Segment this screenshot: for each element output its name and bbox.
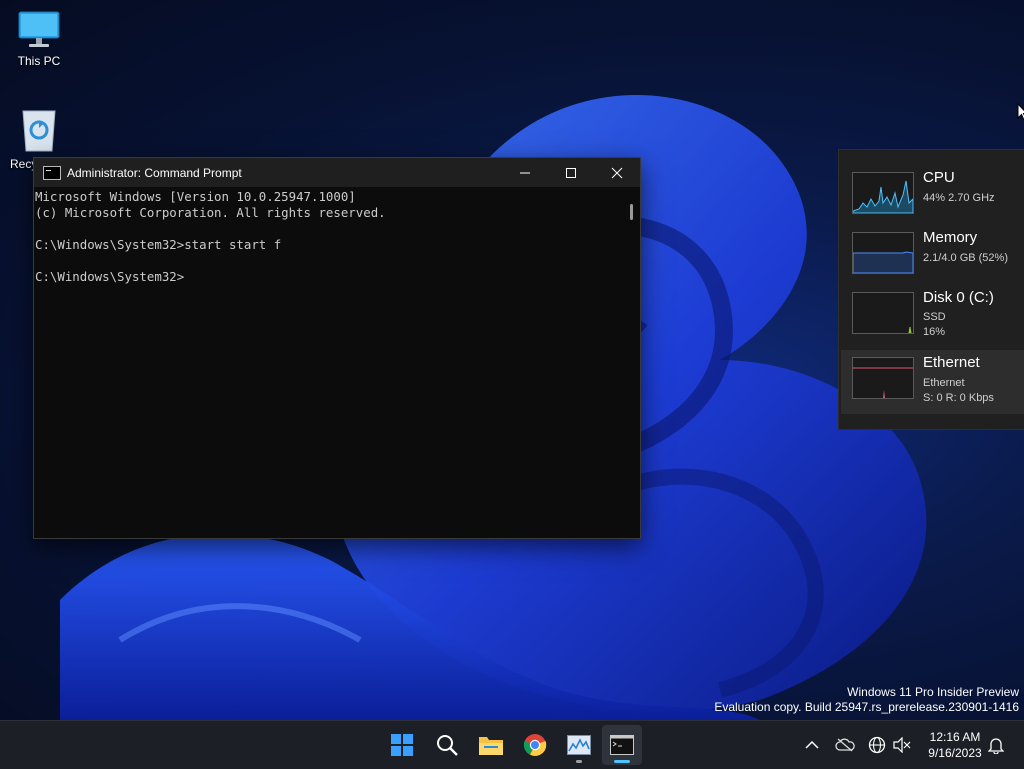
close-icon <box>611 167 623 178</box>
onedrive-tray-button[interactable] <box>835 735 855 755</box>
perf-item-detail: S: 0 R: 0 Kbps <box>923 392 994 404</box>
maximize-button[interactable] <box>548 158 594 187</box>
perf-item-cpu[interactable]: CPU 44% 2.70 GHz <box>841 165 1024 229</box>
file-explorer-icon <box>479 737 503 755</box>
window-titlebar[interactable]: Administrator: Command Prompt <box>34 158 640 187</box>
window-title: Administrator: Command Prompt <box>67 165 242 180</box>
perf-item-ethernet[interactable]: Ethernet Ethernet S: 0 R: 0 Kbps <box>841 350 1024 414</box>
perf-item-detail: 16% <box>923 326 946 338</box>
console-output[interactable]: Microsoft Windows [Version 10.0.25947.10… <box>34 187 640 540</box>
perf-item-detail: Ethernet <box>923 377 965 389</box>
console-line: C:\Windows\System32>start start f <box>35 237 282 252</box>
bell-icon <box>988 738 1004 754</box>
perf-item-name: CPU <box>923 169 955 186</box>
task-manager-icon <box>567 735 591 755</box>
network-tray-button[interactable] <box>867 735 887 755</box>
console-prompt-line[interactable]: C:\Windows\System32> <box>35 269 640 285</box>
running-indicator <box>576 760 582 763</box>
onedrive-offline-icon <box>835 738 855 752</box>
chrome-icon <box>523 734 547 756</box>
performance-widget: CPU 44% 2.70 GHz Memory 2.1/4.0 GB (52%)… <box>838 149 1024 430</box>
file-explorer-button[interactable] <box>471 725 511 765</box>
evaluation-watermark: Windows 11 Pro Insider Preview Evaluatio… <box>714 685 1019 715</box>
perf-item-disk[interactable]: Disk 0 (C:) SSD 16% <box>841 285 1024 349</box>
minimize-icon <box>520 172 530 173</box>
taskbar: 12:16 AM 9/16/2023 <box>0 720 1024 769</box>
watermark-edition: Windows 11 Pro Insider Preview <box>847 685 1019 699</box>
vertical-scrollbar[interactable] <box>623 187 640 538</box>
notifications-button[interactable] <box>986 735 1006 755</box>
taskbar-clock[interactable]: 12:16 AM 9/16/2023 <box>920 729 990 761</box>
start-button[interactable] <box>382 725 422 765</box>
minimize-button[interactable] <box>502 158 548 187</box>
show-hidden-icons-button[interactable] <box>802 735 822 755</box>
desktop-icon-label: This PC <box>17 54 61 68</box>
maximize-icon <box>566 167 576 178</box>
desktop-icon-recycle-bin[interactable]: Recy <box>1 107 77 171</box>
task-manager-button[interactable] <box>559 725 599 765</box>
command-prompt-button[interactable] <box>602 725 642 765</box>
recycle-bin-icon <box>18 107 60 153</box>
console-line: Microsoft Windows [Version 10.0.25947.10… <box>35 189 356 204</box>
clock-date: 9/16/2023 <box>928 746 982 760</box>
close-button[interactable] <box>594 158 640 187</box>
search-icon <box>437 735 458 756</box>
windows-start-icon <box>391 734 413 756</box>
ethernet-graph <box>852 357 914 399</box>
speaker-muted-icon <box>893 737 911 753</box>
disk-graph <box>852 292 914 334</box>
command-prompt-icon <box>43 165 61 180</box>
globe-network-icon <box>868 736 886 754</box>
perf-item-name: Disk 0 (C:) <box>923 289 994 306</box>
scrollbar-thumb[interactable] <box>630 204 633 220</box>
perf-item-detail: 2.1/4.0 GB (52%) <box>923 252 1008 264</box>
perf-item-memory[interactable]: Memory 2.1/4.0 GB (52%) <box>841 225 1024 289</box>
chrome-button[interactable] <box>515 725 555 765</box>
watermark-build: Evaluation copy. Build 25947.rs_prerelea… <box>714 700 1019 714</box>
monitor-icon <box>18 10 60 50</box>
cpu-graph <box>852 172 914 214</box>
command-prompt-icon <box>610 735 634 755</box>
perf-item-detail: 44% 2.70 GHz <box>923 192 995 204</box>
perf-item-detail: SSD <box>923 311 946 323</box>
chevron-up-icon <box>805 740 819 749</box>
command-prompt-window[interactable]: Administrator: Command Prompt Microsoft … <box>33 157 641 539</box>
search-button[interactable] <box>427 725 467 765</box>
volume-tray-button[interactable] <box>892 735 912 755</box>
mouse-cursor-icon <box>1017 103 1024 121</box>
clock-time: 12:16 AM <box>929 730 981 744</box>
desktop-icon-this-pc[interactable]: This PC <box>1 10 77 68</box>
console-line: (c) Microsoft Corporation. All rights re… <box>35 205 386 220</box>
active-indicator <box>614 760 630 763</box>
perf-item-name: Memory <box>923 229 978 246</box>
perf-item-name: Ethernet <box>923 354 980 371</box>
memory-graph <box>852 232 914 274</box>
